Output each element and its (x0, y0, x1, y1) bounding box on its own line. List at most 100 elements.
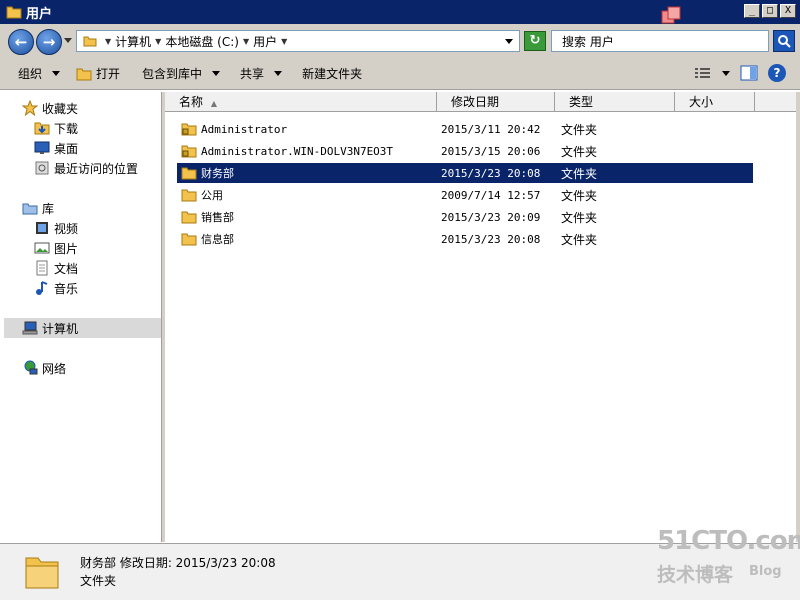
nav-label: 文档 (54, 261, 79, 276)
command-bar: 组织 打开 包含到库中 共享 新建文件夹 ? (0, 58, 800, 90)
search-input[interactable]: 搜索 用户 (551, 30, 769, 52)
breadcrumb-arrow-icon[interactable]: ▼ (281, 37, 287, 46)
new-folder-button[interactable]: 新建文件夹 (294, 62, 370, 86)
nav-label: 收藏夹 (42, 101, 79, 116)
open-label: 打开 (96, 67, 121, 81)
nav-music[interactable]: 音乐 (34, 278, 78, 298)
details-pane: 财务部 修改日期: 2015/3/23 20:08 文件夹 51CTO.com … (0, 526, 800, 600)
column-header-modified[interactable]: 修改日期 (437, 92, 555, 112)
watermark-text: Blog (749, 564, 782, 579)
view-options-icon[interactable] (694, 66, 712, 80)
nav-label: 库 (42, 201, 55, 216)
nav-label: 计算机 (42, 321, 79, 336)
file-row[interactable]: Administrator.WIN-DOLV3N7EO3T 2015/3/15 … (177, 141, 753, 161)
maximize-button[interactable]: □ (762, 4, 778, 18)
address-row: ← → ▼ 计算机 ▼ 本地磁盘 (C:) ▼ 用户 ▼ ↻ 搜索 用户 (0, 24, 800, 58)
folder-icon (181, 167, 197, 180)
include-library-button[interactable]: 包含到库中 (134, 62, 228, 86)
file-type: 文件夹 (561, 166, 598, 181)
column-header-name[interactable]: 名称 ▲ (165, 92, 437, 112)
column-label: 类型 (569, 95, 594, 109)
window-title: 用户 (26, 6, 53, 22)
search-icon (778, 35, 791, 48)
file-row[interactable]: 信息部 2015/3/23 20:08 文件夹 (177, 229, 753, 249)
nav-videos[interactable]: 视频 (34, 218, 78, 238)
minimize-button[interactable]: _ (744, 4, 760, 18)
nav-favorites[interactable]: 收藏夹 (22, 98, 78, 118)
file-row-selected[interactable]: 财务部 2015/3/23 20:08 文件夹 (177, 163, 753, 183)
file-row[interactable]: 销售部 2015/3/23 20:09 文件夹 (177, 207, 753, 227)
organize-button[interactable]: 组织 (10, 62, 68, 86)
column-header-type[interactable]: 类型 (555, 92, 675, 112)
folder-icon (83, 36, 97, 47)
breadcrumb-arrow-icon[interactable]: ▼ (155, 37, 161, 46)
column-header-size[interactable]: 大小 (675, 92, 755, 112)
address-bar[interactable]: ▼ 计算机 ▼ 本地磁盘 (C:) ▼ 用户 ▼ (76, 30, 520, 52)
locked-folder-icon (181, 123, 197, 136)
breadcrumb-computer[interactable]: 计算机 (115, 33, 151, 50)
history-dropdown-icon[interactable] (64, 38, 72, 43)
window-edge (796, 92, 800, 542)
back-button[interactable]: ← (8, 29, 34, 55)
document-icon (36, 260, 48, 276)
folder-icon (181, 211, 197, 224)
nav-pictures[interactable]: 图片 (34, 238, 78, 258)
file-date: 2015/3/23 20:09 (441, 210, 541, 224)
column-label: 大小 (689, 95, 714, 109)
nav-label: 下载 (54, 121, 79, 136)
file-name: Administrator.WIN-DOLV3N7EO3T (201, 144, 394, 158)
search-placeholder: 搜索 用户 (562, 34, 614, 49)
address-dropdown-icon[interactable] (505, 39, 513, 44)
computer-icon (22, 321, 38, 335)
share-label: 共享 (240, 67, 265, 81)
share-button[interactable]: 共享 (232, 62, 290, 86)
file-row[interactable]: Administrator 2015/3/11 20:42 文件夹 (177, 119, 753, 139)
folder-icon (6, 6, 22, 19)
nav-downloads[interactable]: 下载 (34, 118, 78, 138)
star-icon (22, 100, 38, 116)
close-button[interactable]: X (780, 4, 796, 18)
watermark-text: 技术博客 (657, 564, 734, 586)
chevron-down-icon (274, 71, 283, 76)
nav-label: 图片 (54, 241, 79, 256)
details-summary: 财务部 修改日期: 2015/3/23 20:08 (80, 556, 276, 570)
nav-label: 最近访问的位置 (54, 161, 139, 176)
view-dropdown-icon[interactable] (722, 70, 730, 76)
file-row[interactable]: 公用 2009/7/14 12:57 文件夹 (177, 185, 753, 205)
search-button[interactable] (773, 30, 795, 52)
nav-libraries[interactable]: 库 (22, 198, 54, 218)
forward-button[interactable]: → (36, 29, 62, 55)
nav-documents[interactable]: 文档 (34, 258, 78, 278)
open-button[interactable]: 打开 (68, 62, 128, 86)
breadcrumb-arrow-icon[interactable]: ▼ (243, 37, 249, 46)
back-arrow-icon: ← (14, 33, 28, 51)
nav-label: 网络 (42, 361, 67, 376)
organize-label: 组织 (18, 67, 43, 81)
folder-icon (25, 557, 59, 589)
breadcrumb-arrow-icon[interactable]: ▼ (105, 37, 111, 46)
refresh-button[interactable]: ↻ (524, 31, 546, 51)
breadcrumb-drive[interactable]: 本地磁盘 (C:) (165, 33, 239, 50)
nav-label: 桌面 (54, 141, 79, 156)
include-library-label: 包含到库中 (142, 67, 203, 81)
chevron-down-icon (52, 71, 61, 76)
new-folder-label: 新建文件夹 (302, 67, 363, 81)
file-date: 2015/3/23 20:08 (441, 166, 541, 180)
breadcrumb-users[interactable]: 用户 (253, 33, 277, 50)
details-type: 文件夹 (80, 574, 117, 588)
refresh-icon: ↻ (529, 33, 541, 48)
column-label: 名称 (179, 95, 204, 109)
file-type: 文件夹 (561, 144, 598, 159)
help-icon[interactable]: ? (768, 64, 786, 82)
nav-desktop[interactable]: 桌面 (34, 138, 78, 158)
network-icon (24, 360, 38, 375)
preview-pane-icon[interactable] (740, 65, 758, 81)
nav-recent-places[interactable]: 最近访问的位置 (34, 158, 138, 178)
nav-computer[interactable]: 计算机 (4, 318, 161, 338)
nav-network[interactable]: 网络 (22, 358, 66, 378)
file-type: 文件夹 (561, 122, 598, 137)
file-type: 文件夹 (561, 188, 598, 203)
file-list: 名称 ▲ 修改日期 类型 大小 Administrator 2015/3/11 … (165, 92, 796, 542)
recent-places-icon (35, 161, 49, 175)
music-icon (36, 281, 48, 295)
